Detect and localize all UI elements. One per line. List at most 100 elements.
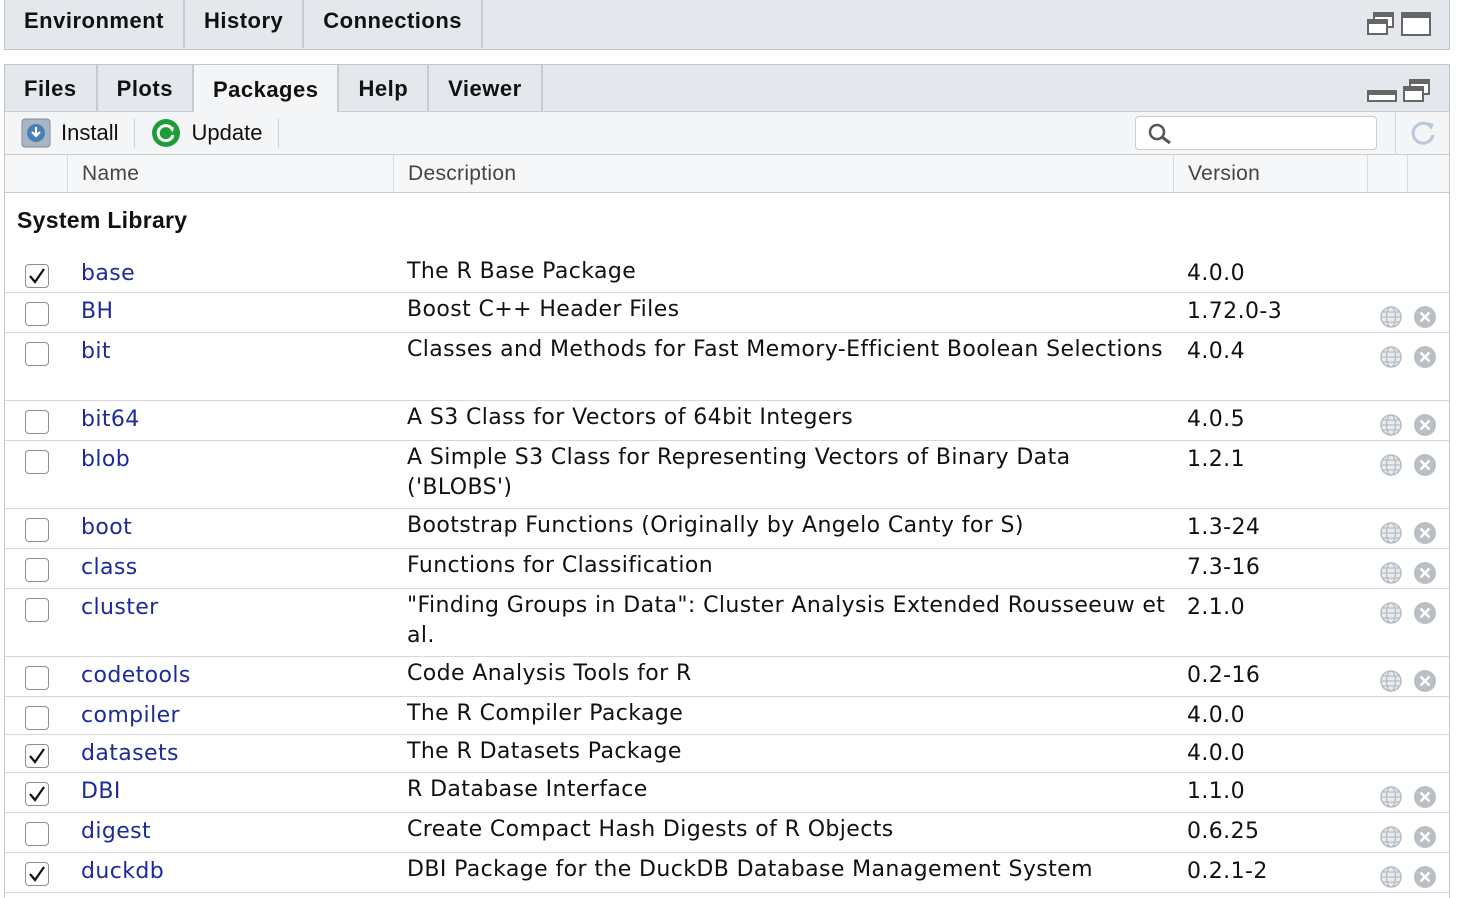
package-description: Create Compact Hash Digests of R Objects <box>407 817 894 842</box>
package-description: "Finding Groups in Data": Cluster Analys… <box>407 593 1166 648</box>
package-checkbox[interactable] <box>25 518 49 542</box>
package-checkbox[interactable] <box>25 706 49 730</box>
top-pane-controls <box>1367 12 1431 36</box>
package-description: A S3 Class for Vectors of 64bit Integers <box>407 405 854 430</box>
remove-package-icon[interactable] <box>1413 785 1437 809</box>
top-pane: Environment History Connections <box>4 0 1450 50</box>
packages-pane: Files Plots Packages Help Viewer Install… <box>4 64 1450 898</box>
remove-package-icon[interactable] <box>1413 561 1437 585</box>
package-name-link[interactable]: class <box>81 555 138 580</box>
package-version: 1.3-24 <box>1187 515 1261 540</box>
restore-pane-icon[interactable] <box>1403 79 1431 103</box>
update-label: Update <box>191 120 263 145</box>
tab-connections[interactable]: Connections <box>304 0 483 48</box>
search-input[interactable] <box>1178 121 1368 145</box>
package-checkbox[interactable] <box>25 744 49 768</box>
package-checkbox[interactable] <box>25 598 49 622</box>
tab-history[interactable]: History <box>185 0 305 48</box>
package-version: 7.3-16 <box>1187 555 1261 580</box>
tab-plots[interactable]: Plots <box>98 65 194 111</box>
package-checkbox[interactable] <box>25 302 49 326</box>
package-checkbox[interactable] <box>25 862 49 886</box>
package-checkbox[interactable] <box>25 666 49 690</box>
header-description[interactable]: Description <box>393 155 1173 193</box>
table-row: datasets The R Datasets Package 4.0.0 <box>5 735 1449 773</box>
package-version: 4.0.5 <box>1187 407 1245 432</box>
remove-package-icon[interactable] <box>1413 305 1437 329</box>
package-name-link[interactable]: cluster <box>81 595 159 620</box>
package-version: 4.0.0 <box>1187 261 1245 286</box>
table-row: boot Bootstrap Functions (Originally by A… <box>5 509 1449 549</box>
package-version: 0.6.25 <box>1187 819 1260 844</box>
package-version: 1.2.1 <box>1187 447 1245 472</box>
globe-icon[interactable] <box>1379 669 1403 693</box>
package-version: 0.2-16 <box>1187 663 1261 688</box>
table-row: compiler The R Compiler Package 4.0.0 <box>5 697 1449 735</box>
package-version: 2.1.0 <box>1187 595 1245 620</box>
package-checkbox[interactable] <box>25 410 49 434</box>
globe-icon[interactable] <box>1379 345 1403 369</box>
remove-package-icon[interactable] <box>1413 345 1437 369</box>
tab-help[interactable]: Help <box>339 65 430 111</box>
package-name-link[interactable]: boot <box>81 515 132 540</box>
package-name-link[interactable]: digest <box>81 819 151 844</box>
globe-icon[interactable] <box>1379 453 1403 477</box>
refresh-button[interactable] <box>1395 112 1449 154</box>
package-name-link[interactable]: compiler <box>81 703 180 728</box>
top-tab-bar: Environment History Connections <box>5 0 1449 48</box>
package-name-link[interactable]: DBI <box>81 779 121 804</box>
check-icon <box>29 866 45 882</box>
tab-viewer[interactable]: Viewer <box>429 65 543 111</box>
package-name-link[interactable]: bit <box>81 339 111 364</box>
toolbar-separator <box>278 118 280 148</box>
package-name-link[interactable]: base <box>81 261 135 286</box>
header-version[interactable]: Version <box>1173 155 1367 193</box>
package-name-link[interactable]: datasets <box>81 741 179 766</box>
header-name[interactable]: Name <box>67 155 393 193</box>
package-description: Boost C++ Header Files <box>407 297 680 322</box>
package-checkbox[interactable] <box>25 558 49 582</box>
package-description: DBI Package for the DuckDB Database Mana… <box>407 857 1093 882</box>
globe-icon[interactable] <box>1379 413 1403 437</box>
globe-icon[interactable] <box>1379 561 1403 585</box>
package-description: The R Datasets Package <box>407 739 682 764</box>
package-checkbox[interactable] <box>25 782 49 806</box>
table-row: codetools Code Analysis Tools for R 0.2-16 <box>5 657 1449 697</box>
globe-icon[interactable] <box>1379 601 1403 625</box>
globe-icon[interactable] <box>1379 305 1403 329</box>
check-icon <box>29 748 45 764</box>
remove-package-icon[interactable] <box>1413 865 1437 889</box>
tab-packages[interactable]: Packages <box>193 65 340 113</box>
remove-package-icon[interactable] <box>1413 413 1437 437</box>
globe-icon[interactable] <box>1379 785 1403 809</box>
remove-package-icon[interactable] <box>1413 453 1437 477</box>
maximize-pane-icon[interactable] <box>1401 12 1431 36</box>
table-row: cluster "Finding Groups in Data": Cluster… <box>5 589 1449 657</box>
package-name-link[interactable]: duckdb <box>81 859 164 884</box>
install-button[interactable]: Install <box>21 118 118 148</box>
package-checkbox[interactable] <box>25 342 49 366</box>
tab-files[interactable]: Files <box>5 65 98 111</box>
update-button[interactable]: Update <box>151 118 262 148</box>
package-name-link[interactable]: blob <box>81 447 130 472</box>
package-name-link[interactable]: codetools <box>81 663 191 688</box>
package-name-link[interactable]: BH <box>81 299 113 324</box>
package-checkbox[interactable] <box>25 822 49 846</box>
remove-package-icon[interactable] <box>1413 825 1437 849</box>
globe-icon[interactable] <box>1379 865 1403 889</box>
remove-package-icon[interactable] <box>1413 601 1437 625</box>
table-row: bit64 A S3 Class for Vectors of 64bit Int… <box>5 401 1449 441</box>
restore-pane-icon[interactable] <box>1367 12 1395 36</box>
table-row: digest Create Compact Hash Digests of R O… <box>5 813 1449 853</box>
tab-environment[interactable]: Environment <box>5 0 185 48</box>
package-checkbox[interactable] <box>25 264 49 288</box>
package-checkbox[interactable] <box>25 450 49 474</box>
remove-package-icon[interactable] <box>1413 669 1437 693</box>
globe-icon[interactable] <box>1379 825 1403 849</box>
package-description: The R Compiler Package <box>407 701 684 726</box>
minimize-pane-icon[interactable] <box>1367 79 1397 103</box>
remove-package-icon[interactable] <box>1413 521 1437 545</box>
globe-icon[interactable] <box>1379 521 1403 545</box>
header-web-column <box>1367 155 1407 193</box>
package-name-link[interactable]: bit64 <box>81 407 140 432</box>
